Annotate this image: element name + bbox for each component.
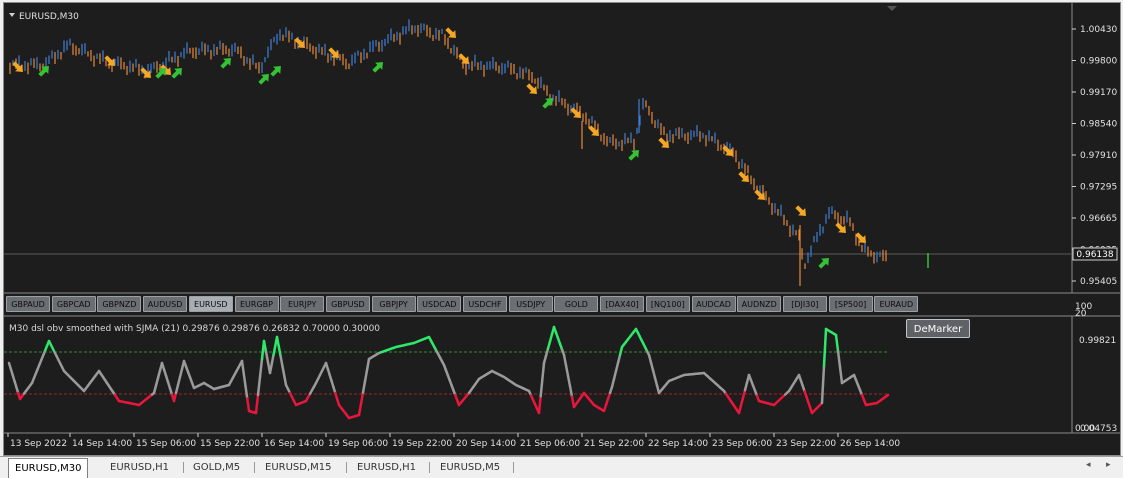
time-tick-label: 23 Sep 22:00 — [776, 439, 836, 449]
symbol-button-gbpcad[interactable]: GBPCAD — [52, 296, 96, 312]
price-tick-label: 0.99170 — [1080, 88, 1117, 98]
scroll-left-icon[interactable]: ◂ — [1086, 460, 1091, 470]
price-chart[interactable]: EURUSD,M30 1.00430 0.99800 0.99170 0.98540 0… — [4, 3, 1120, 455]
time-tick-label: 19 Sep 06:00 — [328, 439, 388, 449]
tab-eurusd-m5[interactable]: EURUSD,M5 — [434, 460, 506, 476]
price-tick-label: 0.98540 — [1080, 120, 1117, 130]
symbol-button-gbpnzd[interactable]: GBPNZD — [97, 296, 141, 312]
chart-window[interactable]: EURUSD,M30 1.00430 0.99800 0.99170 0.98540 0… — [3, 2, 1121, 456]
tab-eurusd-h1-2[interactable]: EURUSD,H1 — [351, 460, 422, 476]
symbol-button-euraud[interactable]: EURAUD — [874, 296, 918, 312]
current-price-label: 0.96138 — [1076, 250, 1113, 260]
chart-tab-bar: EURUSD,M30 EURUSD,H1 GOLD,M5 EURUSD,M15 … — [0, 456, 1123, 477]
symbol-button-gbpaud[interactable]: GBPAUD — [6, 296, 50, 312]
symbol-button-gold[interactable]: GOLD — [554, 296, 598, 312]
indicator-value-bottom: 0.04753 — [1080, 424, 1117, 434]
symbol-button-audnzd[interactable]: AUDNZD — [737, 296, 781, 312]
indicator-axis-20: 20 — [1075, 309, 1087, 319]
symbol-button-sp500[interactable]: [SP500] — [829, 296, 873, 312]
tab-eurusd-h1[interactable]: EURUSD,H1 — [104, 460, 175, 476]
symbol-button-audusd[interactable]: AUDUSD — [143, 296, 187, 312]
symbol-button-usdjpy[interactable]: USDJPY — [509, 296, 553, 312]
time-tick-label: 14 Sep 14:00 — [72, 439, 132, 449]
demarker-button[interactable]: DeMarker — [906, 319, 970, 338]
symbol-button-dji30[interactable]: [DJI30] — [783, 296, 827, 312]
price-tick-label: 0.97295 — [1080, 183, 1117, 193]
price-tick-label: 0.95405 — [1080, 277, 1117, 287]
time-tick-label: 15 Sep 22:00 — [200, 439, 260, 449]
tab-gold-m5[interactable]: GOLD,M5 — [187, 460, 246, 476]
time-tick-label: 21 Sep 22:00 — [584, 439, 644, 449]
chart-symbol-label: EURUSD,M30 — [19, 12, 79, 22]
price-tick-label: 0.97910 — [1080, 151, 1117, 161]
indicator-label: M30 dsl obv smoothed with SJMA (21) 0.29… — [9, 324, 380, 334]
symbol-button-eurgbp[interactable]: EURGBP — [235, 296, 279, 312]
time-tick-label: 23 Sep 06:00 — [712, 439, 772, 449]
price-tick-label: 0.96665 — [1080, 214, 1117, 224]
price-tick-label: 0.99800 — [1080, 57, 1117, 67]
time-tick-label: 13 Sep 2022 — [10, 439, 67, 449]
time-tick-label: 15 Sep 06:00 — [136, 439, 196, 449]
time-tick-label: 19 Sep 22:00 — [392, 439, 452, 449]
time-tick-label: 16 Sep 14:00 — [264, 439, 324, 449]
scroll-right-icon[interactable]: ▸ — [1106, 460, 1111, 470]
symbol-button-gbpjpy[interactable]: GBPJPY — [372, 296, 416, 312]
symbol-button-dax40[interactable]: [DAX40] — [600, 296, 644, 312]
symbol-button-nq100[interactable]: [NQ100] — [646, 296, 690, 312]
symbol-button-eurjpy[interactable]: EURJPY — [280, 296, 324, 312]
time-tick-label: 22 Sep 14:00 — [648, 439, 708, 449]
time-tick-label: 21 Sep 06:00 — [520, 439, 580, 449]
tab-eurusd-m30[interactable]: EURUSD,M30 — [8, 458, 88, 478]
symbol-button-usdchf[interactable]: USDCHF — [463, 296, 507, 312]
time-tick-label: 26 Sep 14:00 — [840, 439, 900, 449]
time-tick-label: 20 Sep 14:00 — [456, 439, 516, 449]
symbol-button-audcad[interactable]: AUDCAD — [692, 296, 736, 312]
price-tick-label: 1.00430 — [1080, 25, 1117, 35]
indicator-line — [9, 327, 888, 418]
symbol-button-eurusd[interactable]: EURUSD — [189, 296, 233, 312]
symbol-button-gbpusd[interactable]: GBPUSD — [326, 296, 370, 312]
symbol-button-usdcad[interactable]: USDCAD — [417, 296, 461, 312]
tab-eurusd-m15[interactable]: EURUSD,M15 — [259, 460, 337, 476]
indicator-value-top: 0.99821 — [1079, 336, 1116, 346]
